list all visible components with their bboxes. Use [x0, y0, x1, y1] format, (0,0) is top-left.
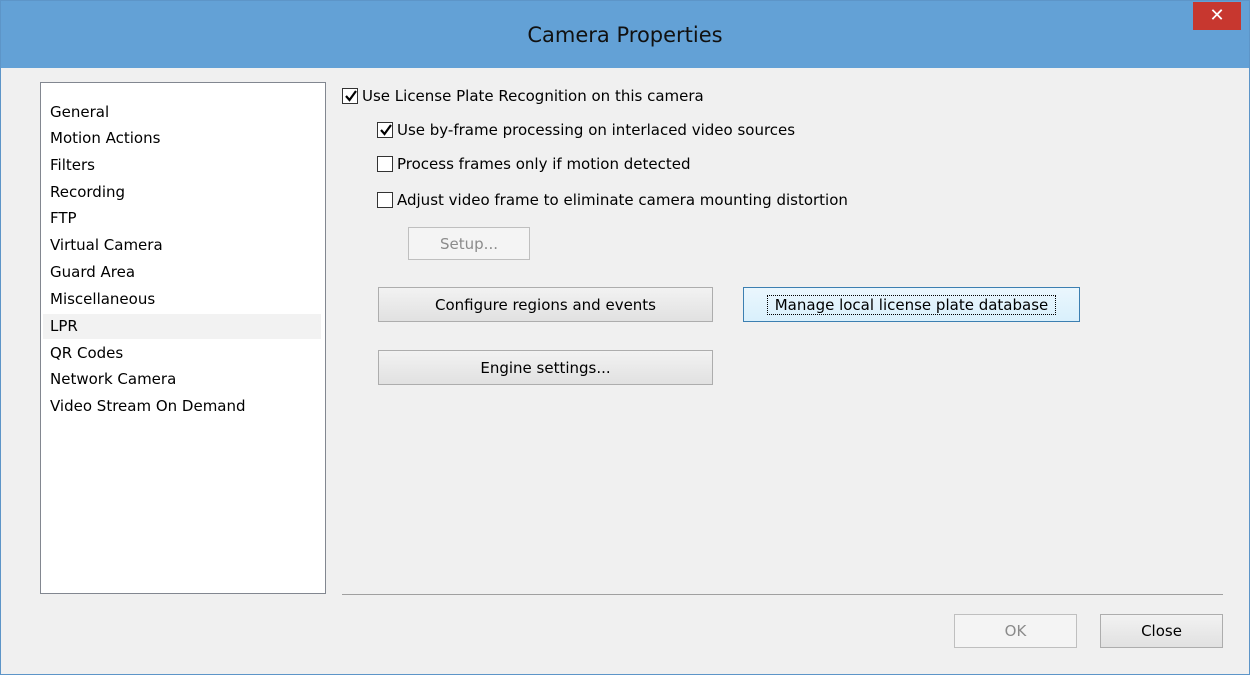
manage-database-button[interactable]: Manage local license plate database	[743, 287, 1080, 322]
category-item-qr-codes[interactable]: QR Codes	[50, 341, 123, 366]
category-item-miscellaneous[interactable]: Miscellaneous	[50, 287, 155, 312]
category-item-guard-area[interactable]: Guard Area	[50, 260, 135, 285]
setup-button[interactable]: Setup...	[408, 227, 530, 260]
motion-only-checkbox[interactable]: Process frames only if motion detected	[377, 154, 690, 174]
checkbox-unchecked-icon	[377, 156, 393, 172]
by-frame-processing-label: Use by-frame processing on interlaced vi…	[397, 121, 796, 139]
window-title: Camera Properties	[527, 23, 723, 47]
category-item-network-camera[interactable]: Network Camera	[50, 367, 176, 392]
manage-database-label: Manage local license plate database	[766, 294, 1057, 315]
category-item-video-stream-on-demand[interactable]: Video Stream On Demand	[50, 394, 246, 419]
close-icon: ✕	[1209, 5, 1225, 26]
adjust-frame-label: Adjust video frame to eliminate camera m…	[397, 191, 848, 209]
engine-settings-button[interactable]: Engine settings...	[378, 350, 713, 385]
use-lpr-checkbox[interactable]: Use License Plate Recognition on this ca…	[342, 86, 704, 106]
ok-button[interactable]: OK	[954, 614, 1077, 648]
category-item-lpr[interactable]: LPR	[43, 314, 321, 339]
title-bar[interactable]: Camera Properties ✕	[1, 1, 1249, 68]
footer-separator	[342, 594, 1223, 595]
category-item-ftp[interactable]: FTP	[50, 206, 77, 231]
use-lpr-label: Use License Plate Recognition on this ca…	[362, 87, 704, 105]
camera-properties-window: Camera Properties ✕ General Motion Actio…	[0, 0, 1250, 675]
checkbox-unchecked-icon	[377, 192, 393, 208]
by-frame-processing-checkbox[interactable]: Use by-frame processing on interlaced vi…	[377, 120, 795, 140]
close-button[interactable]: Close	[1100, 614, 1223, 648]
category-item-virtual-camera[interactable]: Virtual Camera	[50, 233, 163, 258]
dialog-body: General Motion Actions Filters Recording…	[9, 68, 1241, 668]
adjust-frame-checkbox[interactable]: Adjust video frame to eliminate camera m…	[377, 190, 848, 210]
checkbox-checked-icon	[342, 88, 358, 104]
category-list: General Motion Actions Filters Recording…	[40, 82, 326, 594]
category-item-recording[interactable]: Recording	[50, 180, 125, 205]
category-item-filters[interactable]: Filters	[50, 153, 95, 178]
configure-regions-button[interactable]: Configure regions and events	[378, 287, 713, 322]
close-window-button[interactable]: ✕	[1193, 2, 1241, 30]
motion-only-label: Process frames only if motion detected	[397, 155, 691, 173]
checkbox-checked-icon	[377, 122, 393, 138]
category-item-motion-actions[interactable]: Motion Actions	[50, 126, 160, 151]
category-item-general[interactable]: General	[50, 100, 109, 125]
